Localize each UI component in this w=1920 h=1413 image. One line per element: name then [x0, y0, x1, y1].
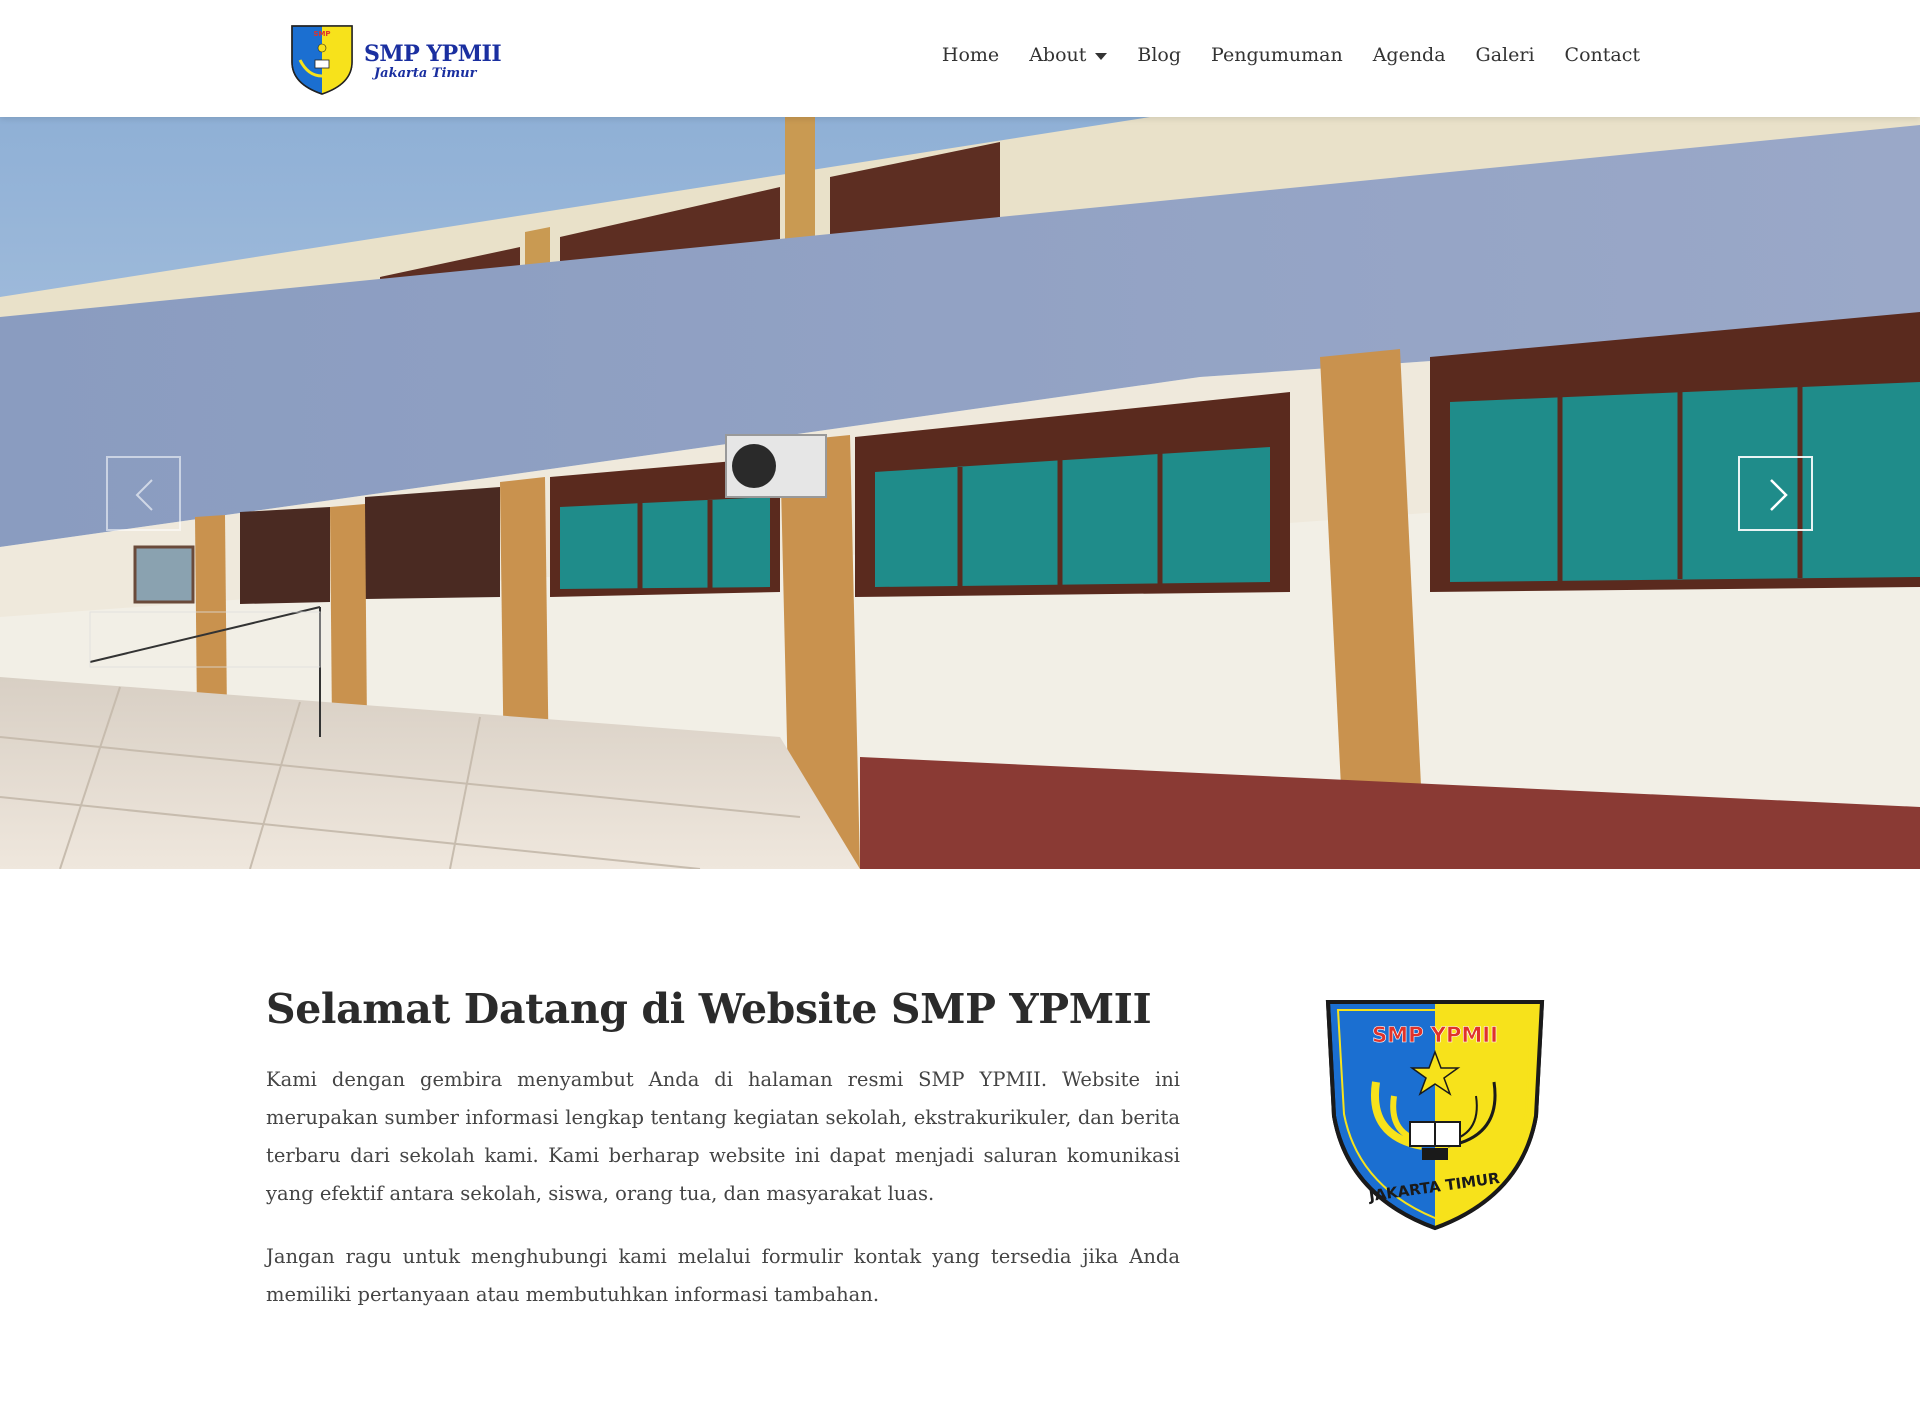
- brand-title: SMP YPMII: [364, 40, 502, 67]
- nav-agenda-label: Agenda: [1372, 44, 1446, 66]
- brand-subtitle: Jakarta Timur: [374, 65, 477, 81]
- brand-logo-link[interactable]: SMP SMP YPMII Jakarta Timur: [288, 22, 502, 96]
- welcome-paragraph-1: Kami dengan gembira menyambut Anda di ha…: [266, 1068, 1180, 1205]
- crest-top-text: SMP YPMII: [1372, 1023, 1498, 1047]
- slider-prev-button[interactable]: [106, 456, 181, 531]
- nav-pengumuman[interactable]: Pengumuman: [1211, 44, 1343, 66]
- nav-blog[interactable]: Blog: [1137, 44, 1181, 66]
- nav-about[interactable]: About: [1029, 44, 1108, 66]
- nav-galeri-label: Galeri: [1475, 44, 1535, 66]
- school-crest-icon: SMP: [291, 25, 353, 95]
- nav-contact-label: Contact: [1564, 44, 1640, 66]
- welcome-title: Selamat Datang di Website SMP YPMII: [266, 985, 1152, 1033]
- welcome-paragraph-2: Jangan ragu untuk menghubungi kami melal…: [266, 1245, 1180, 1306]
- hero-slider: [0, 117, 1920, 869]
- slider-next-button[interactable]: [1738, 456, 1813, 531]
- nav-contact[interactable]: Contact: [1565, 44, 1640, 66]
- main-nav: Home About Blog Pengumuman Agenda Galeri…: [942, 44, 1640, 66]
- nav-home[interactable]: Home: [942, 44, 999, 66]
- site-header: SMP SMP YPMII Jakarta Timur Home About B…: [0, 0, 1920, 117]
- welcome-section: Selamat Datang di Website SMP YPMII Kami…: [266, 985, 1180, 1339]
- nav-blog-label: Blog: [1137, 44, 1182, 66]
- nav-home-label: Home: [941, 44, 1000, 66]
- school-crest-image: SMP YPMII JAKARTA TIMUR: [1325, 1000, 1545, 1231]
- nav-galeri[interactable]: Galeri: [1476, 44, 1535, 66]
- chevron-right-icon: [1770, 479, 1788, 511]
- nav-about-label: About: [1029, 44, 1087, 66]
- chevron-left-icon: [135, 479, 153, 511]
- caret-down-icon: [1095, 53, 1108, 60]
- svg-text:SMP: SMP: [313, 30, 330, 38]
- nav-agenda[interactable]: Agenda: [1373, 44, 1446, 66]
- nav-pengumuman-label: Pengumuman: [1211, 44, 1343, 66]
- hero-school-building-image: [0, 117, 1920, 869]
